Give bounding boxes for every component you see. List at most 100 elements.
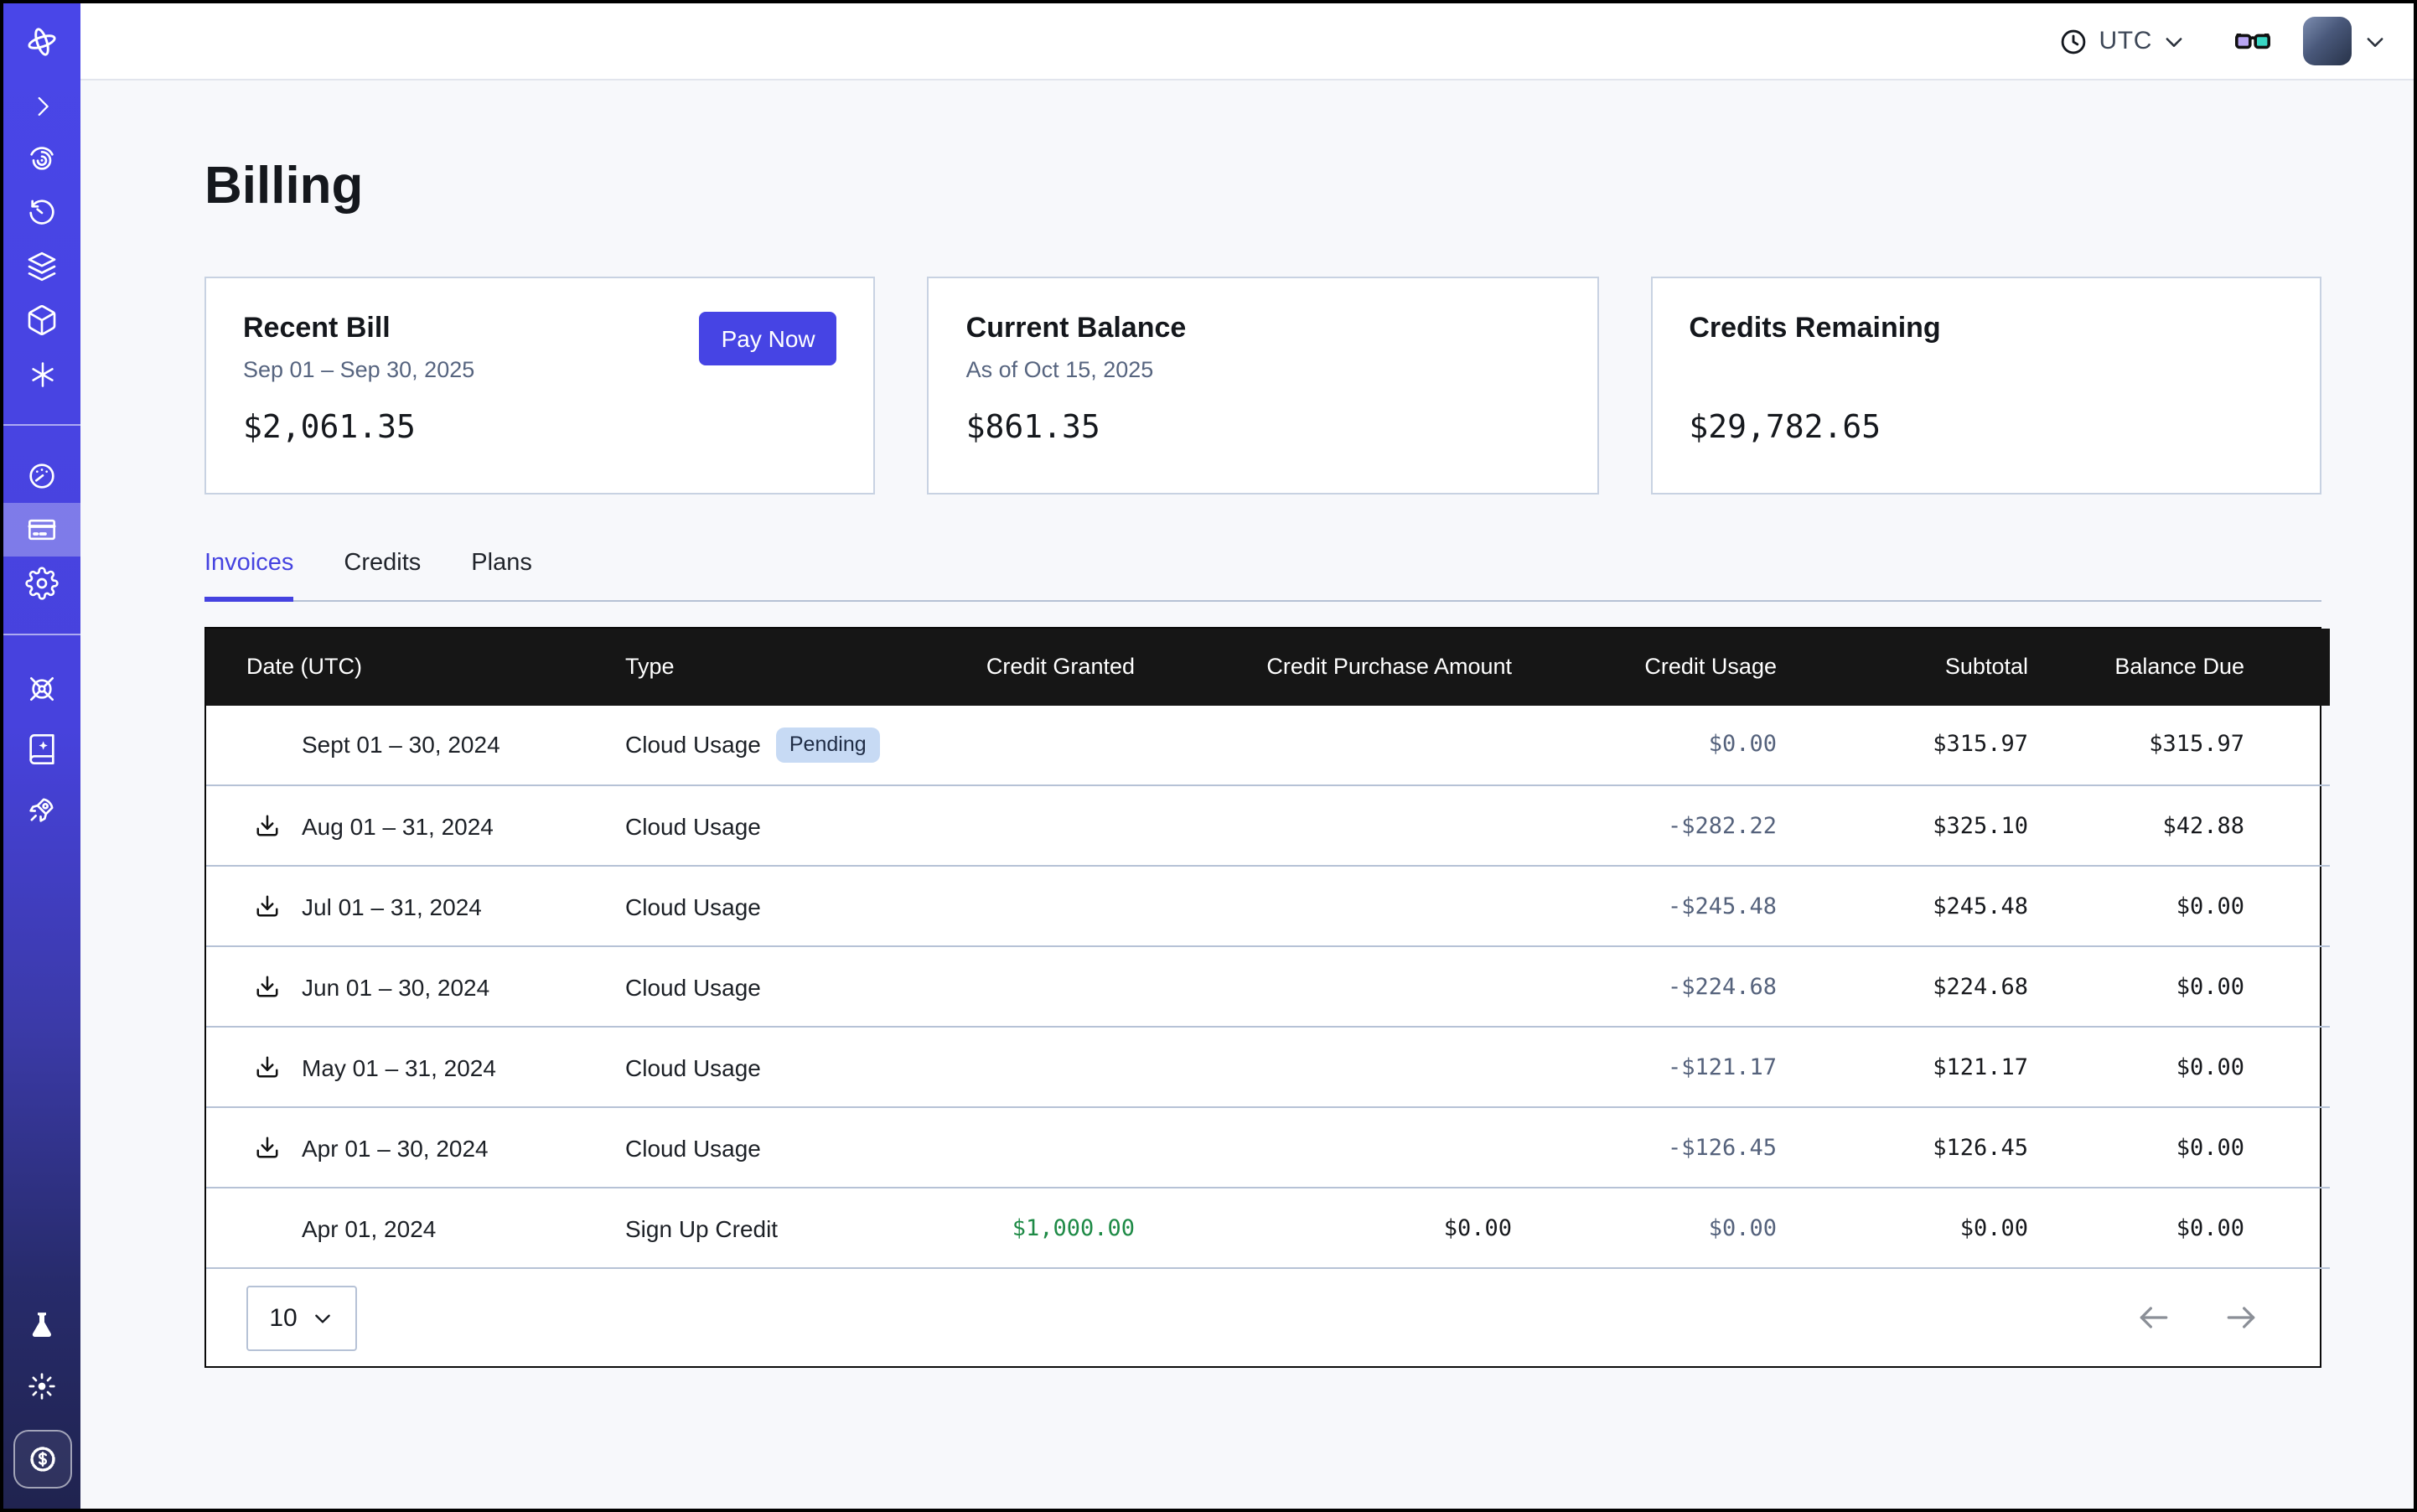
sidebar-item-labs[interactable] xyxy=(25,1296,59,1356)
sidebar-item-layers[interactable] xyxy=(3,240,80,293)
invoice-date: May 01 – 31, 2024 xyxy=(302,1054,496,1080)
cube-icon xyxy=(25,303,59,337)
invoice-date: Jun 01 – 30, 2024 xyxy=(302,973,489,1000)
download-invoice-icon[interactable] xyxy=(255,813,280,838)
table-row: May 01 – 31, 2024 Cloud Usage -$121.17 $… xyxy=(206,1027,2330,1107)
credit-usage-value: -$245.48 xyxy=(1512,866,1777,946)
sidebar xyxy=(3,3,80,1509)
tab-plans[interactable]: Plans xyxy=(471,550,532,599)
sidebar-item-usage[interactable] xyxy=(3,449,80,503)
credit-granted-value xyxy=(927,785,1135,866)
sidebar-item-packages[interactable] xyxy=(3,293,80,347)
invoice-type: Cloud Usage xyxy=(625,1054,761,1080)
page-size-select[interactable]: 10 xyxy=(246,1285,357,1350)
invoice-type: Sign Up Credit xyxy=(625,1214,778,1241)
credit-usage-value: $0.00 xyxy=(1512,705,1777,785)
sidebar-bottom-group xyxy=(3,1296,80,1509)
column-header-subtotal: Subtotal xyxy=(1777,628,2028,705)
table-pagination: 10 xyxy=(206,1269,2320,1366)
previous-page-button[interactable] xyxy=(2135,1299,2172,1336)
sidebar-item-credits[interactable] xyxy=(13,1430,71,1489)
credit-granted-value xyxy=(927,705,1135,785)
sidebar-item-docs[interactable] xyxy=(3,719,80,779)
column-header-credit-granted: Credit Granted xyxy=(927,628,1135,705)
next-page-button[interactable] xyxy=(2223,1299,2259,1336)
sidebar-divider xyxy=(3,634,80,635)
credit-purchase-value xyxy=(1135,705,1512,785)
page-title: Billing xyxy=(204,156,2321,216)
arrow-right-icon xyxy=(2223,1299,2259,1336)
user-avatar xyxy=(2303,17,2352,65)
sidebar-item-theme[interactable] xyxy=(25,1356,59,1416)
tab-credits[interactable]: Credits xyxy=(344,550,421,599)
credit-granted-value xyxy=(927,1027,1135,1107)
credit-usage-value: $0.00 xyxy=(1512,1188,1777,1268)
chevron-down-icon xyxy=(2363,29,2387,53)
sidebar-item-billing[interactable] xyxy=(3,503,80,557)
column-header-date: Date (UTC) xyxy=(206,628,625,705)
invoice-type: Cloud Usage xyxy=(625,1134,761,1161)
chevron-down-icon xyxy=(313,1307,334,1328)
logo-orbit-icon xyxy=(23,23,60,60)
column-header-balance-due: Balance Due xyxy=(2028,628,2330,705)
balance-due-value: $315.97 xyxy=(2028,705,2330,785)
sidebar-item-observe[interactable] xyxy=(3,132,80,186)
current-balance-amount: $861.35 xyxy=(966,409,1560,446)
subtotal-value: $224.68 xyxy=(1777,946,2028,1027)
credit-granted-value: $1,000.00 xyxy=(927,1188,1135,1268)
card-title: Current Balance xyxy=(966,312,1560,345)
table-header-row: Date (UTC) Type Credit Granted Credit Pu… xyxy=(206,628,2330,705)
subtotal-value: $325.10 xyxy=(1777,785,2028,866)
credit-usage-value: -$282.22 xyxy=(1512,785,1777,866)
balance-due-value: $0.00 xyxy=(2028,866,2330,946)
credits-remaining-amount: $29,782.65 xyxy=(1689,409,2283,446)
sidebar-item-expand[interactable] xyxy=(3,79,80,132)
sidebar-item-support[interactable] xyxy=(3,659,80,719)
timezone-selector[interactable]: UTC xyxy=(2059,26,2186,56)
sun-icon xyxy=(25,1370,59,1403)
sidebar-item-history[interactable] xyxy=(3,186,80,240)
arrow-left-icon xyxy=(2135,1299,2172,1336)
gauge-icon xyxy=(25,459,59,493)
pay-now-button[interactable]: Pay Now xyxy=(700,312,837,365)
download-invoice-icon[interactable] xyxy=(255,1054,280,1080)
gear-icon xyxy=(25,567,59,600)
download-invoice-icon[interactable] xyxy=(255,974,280,999)
column-header-credit-usage: Credit Usage xyxy=(1512,628,1777,705)
sidebar-item-logo[interactable] xyxy=(3,3,80,79)
subtotal-value: $126.45 xyxy=(1777,1107,2028,1188)
account-menu[interactable] xyxy=(2273,17,2387,65)
status-badge: Pending xyxy=(776,728,880,763)
recent-bill-card: Recent Bill Sep 01 – Sep 30, 2025 $2,061… xyxy=(204,277,876,495)
table-row: Sept 01 – 30, 2024 Cloud UsagePending $0… xyxy=(206,705,2330,785)
rocket-icon xyxy=(25,793,59,826)
sidebar-item-settings[interactable] xyxy=(3,557,80,610)
table-row: Apr 01 – 30, 2024 Cloud Usage -$126.45 $… xyxy=(206,1107,2330,1188)
invoice-date: Apr 01 – 30, 2024 xyxy=(302,1134,489,1161)
dollar-badge-icon xyxy=(24,1442,60,1477)
tab-invoices[interactable]: Invoices xyxy=(204,550,293,602)
download-invoice-icon[interactable] xyxy=(255,893,280,919)
ship-wheel-icon xyxy=(25,672,59,706)
invoice-date: Sept 01 – 30, 2024 xyxy=(302,732,500,759)
timezone-label: UTC xyxy=(2099,27,2152,55)
spiral-eye-icon xyxy=(25,142,59,176)
asterisk-icon xyxy=(26,358,58,390)
table-row: Aug 01 – 31, 2024 Cloud Usage -$282.22 $… xyxy=(206,785,2330,866)
invoice-type: Cloud Usage xyxy=(625,893,761,919)
card-title: Credits Remaining xyxy=(1689,312,2283,345)
reader-mode-button[interactable] xyxy=(2233,21,2273,61)
flask-icon xyxy=(25,1309,59,1343)
main-area: UTC Billing xyxy=(80,3,2414,1509)
app-window: UTC Billing xyxy=(0,0,2417,1512)
viewport: UTC Billing xyxy=(0,0,2417,1512)
balance-due-value: $42.88 xyxy=(2028,785,2330,866)
sidebar-item-services[interactable] xyxy=(3,347,80,401)
layers-icon xyxy=(25,250,59,283)
book-sparkle-icon xyxy=(25,733,59,766)
download-invoice-icon[interactable] xyxy=(255,1135,280,1160)
chevron-down-icon xyxy=(2162,29,2186,53)
invoices-table-container: Date (UTC) Type Credit Granted Credit Pu… xyxy=(204,626,2321,1368)
sidebar-item-getting-started[interactable] xyxy=(3,779,80,840)
balance-due-value: $0.00 xyxy=(2028,1188,2330,1268)
